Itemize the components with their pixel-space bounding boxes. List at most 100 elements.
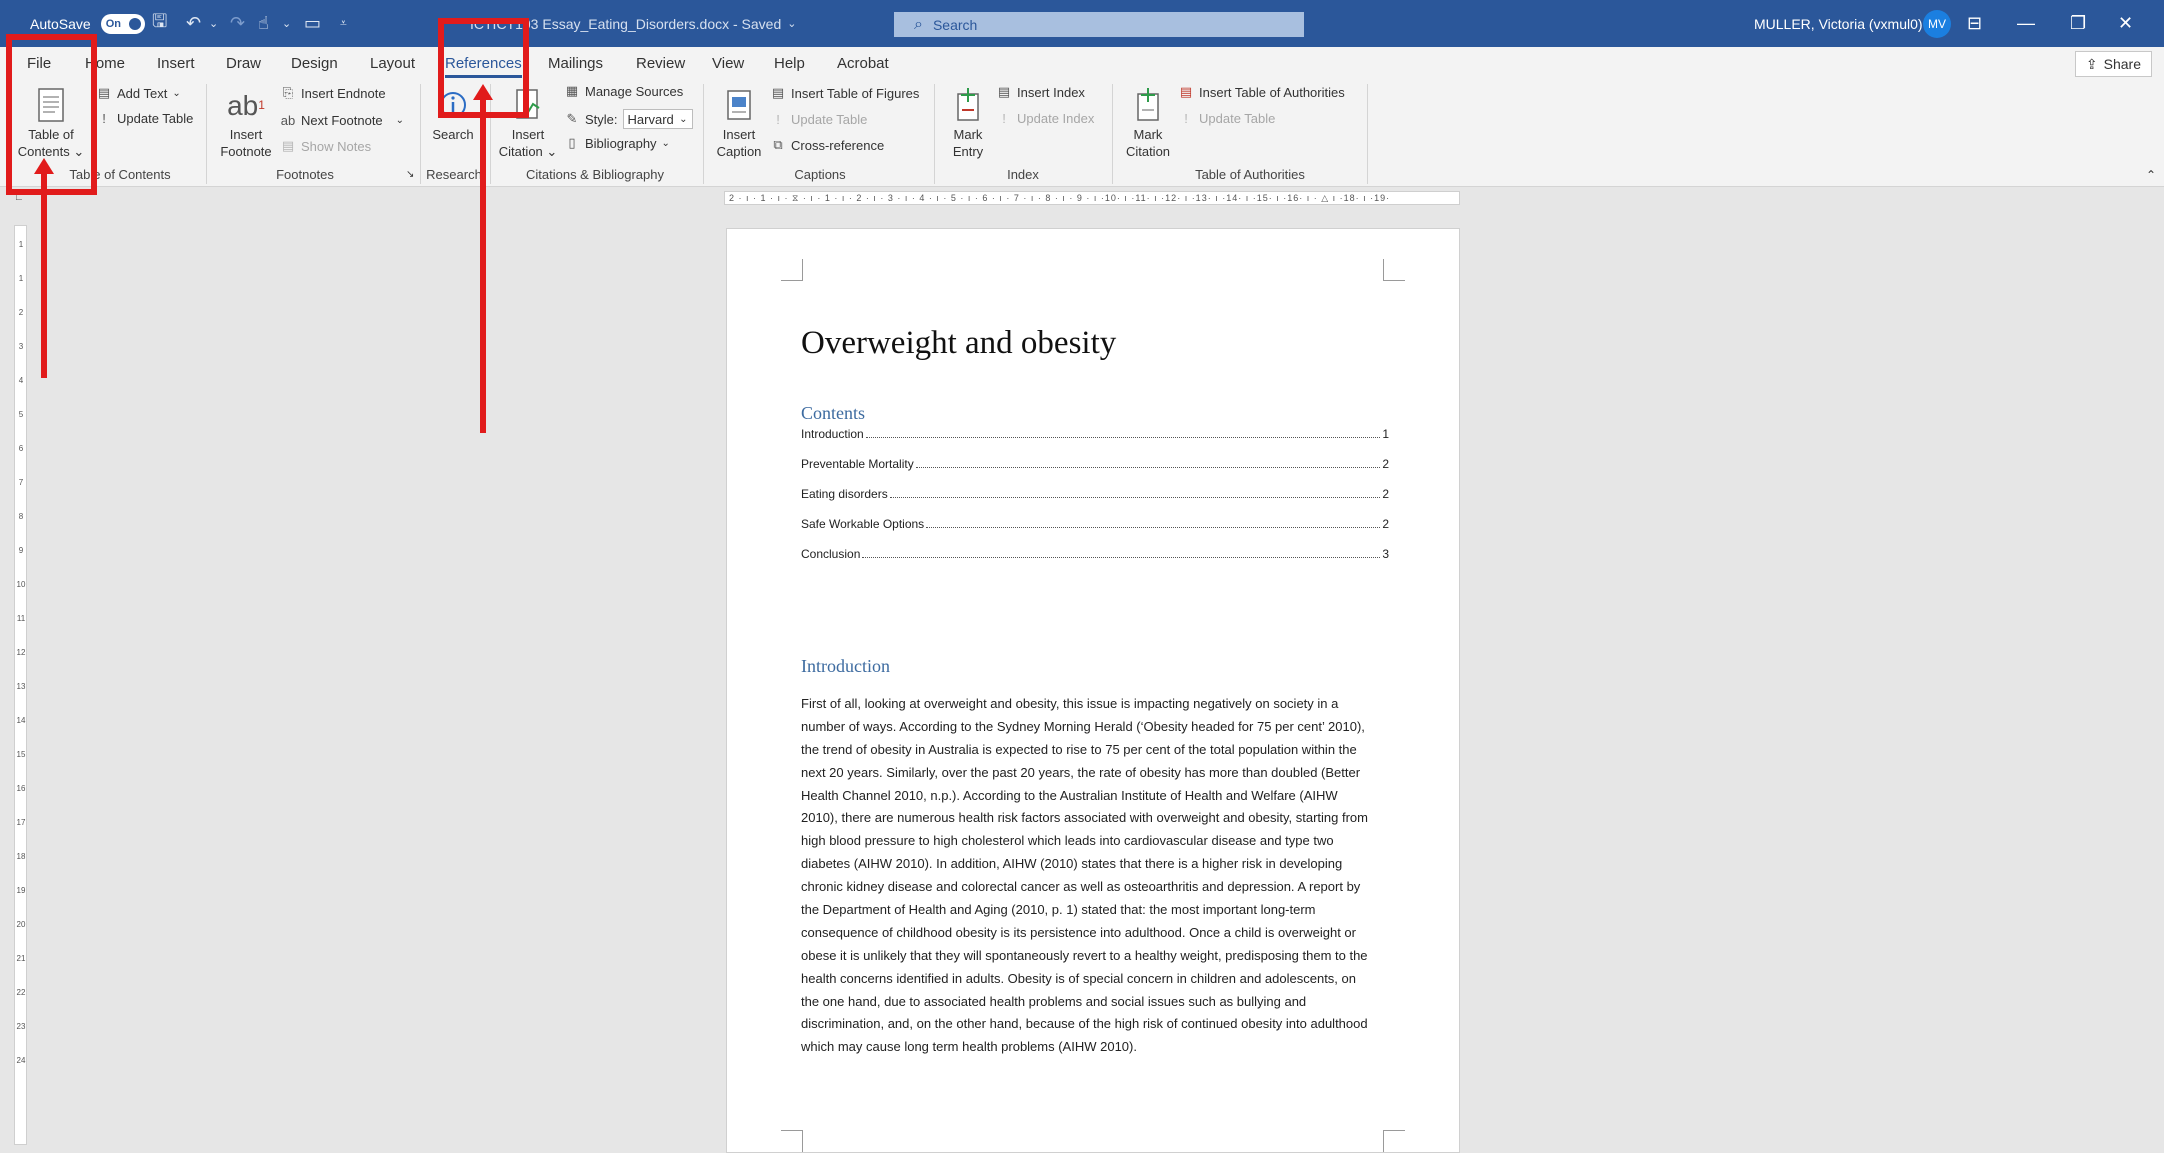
vertical-ruler-tick: 3 — [18, 342, 24, 351]
introduction-paragraph[interactable]: First of all, looking at overweight and … — [801, 693, 1391, 1059]
group-separator — [206, 84, 207, 184]
insert-caption-icon — [726, 84, 752, 126]
vertical-ruler[interactable]: 1 1 2 3 4 5 6 7 8 9 10 11 12 13 14 15 16 17 18 19 20 21 22 23 24 — [14, 225, 27, 1145]
touch-dropdown-icon[interactable]: ⌄ — [282, 0, 291, 47]
insert-table-of-authorities-button[interactable]: ▤ Insert Table of Authorities — [1178, 84, 1345, 100]
vertical-ruler-tick: 5 — [18, 410, 24, 419]
close-icon[interactable]: ✕ — [2118, 0, 2164, 47]
document-page[interactable]: Overweight and obesity Contents Introduc… — [726, 228, 1460, 1153]
toc-entry[interactable]: Conclusion 3 — [801, 547, 1389, 561]
text-line: health concerns identified in adults. Ob… — [801, 970, 1356, 986]
style-icon: ✎ — [566, 111, 578, 126]
vertical-ruler-tick: 7 — [18, 478, 24, 487]
vertical-ruler-tick: 4 — [18, 376, 24, 385]
horizontal-ruler[interactable]: 2 · ı · 1 · ı · ⧖ · ı · 1 · ı · 2 · ı · … — [724, 191, 1460, 205]
tab-acrobat[interactable]: Acrobat — [837, 47, 889, 80]
group-separator — [420, 84, 421, 184]
tab-layout[interactable]: Layout — [370, 47, 415, 80]
text-line: chronic kidney disease and colorectal ca… — [801, 879, 1361, 895]
vertical-ruler-tick: 24 — [16, 1056, 26, 1065]
endnote-icon: ⎘ — [282, 85, 294, 100]
collapse-ribbon-icon[interactable]: ⌃ — [2146, 168, 2156, 182]
update-table-authorities-button: ! Update Table — [1178, 110, 1275, 126]
text-line: high blood pressure to high cholesterol … — [801, 833, 1334, 849]
vertical-ruler-tick: 1 — [18, 274, 24, 283]
ribbon: Table of Contents ⌄ ▤ Add Text ⌄ ! Update… — [0, 80, 2164, 187]
search-box[interactable]: ⌕ Search — [894, 12, 1304, 37]
tab-review[interactable]: Review — [636, 47, 685, 80]
ribbon-display-icon[interactable]: ⊟ — [1967, 0, 2013, 47]
toc-entry[interactable]: Preventable Mortality 2 — [801, 457, 1389, 471]
tab-mailings[interactable]: Mailings — [548, 47, 603, 80]
mark-citation-button[interactable]: Mark Citation — [1118, 84, 1178, 160]
update-table-icon: ! — [102, 110, 106, 126]
insert-index-button[interactable]: ▤ Insert Index — [996, 84, 1085, 100]
vertical-ruler-tick: 10 — [16, 580, 26, 589]
group-label-footnotes: Footnotes — [276, 167, 334, 182]
touch-mode-icon[interactable]: ☝ — [258, 0, 269, 47]
share-icon: ⇪ — [2085, 55, 2098, 72]
citation-style-control[interactable]: ✎ Style: Harvard ⌄ — [564, 109, 693, 129]
tab-help[interactable]: Help — [774, 47, 805, 80]
update-table-figures-icon: ! — [776, 111, 780, 127]
ribbon-tabs: File Home Insert Draw Design Layout Refe… — [0, 47, 2164, 80]
present-icon[interactable]: ▭ — [304, 0, 321, 47]
tab-view[interactable]: View — [712, 47, 744, 80]
toc-entry[interactable]: Eating disorders 2 — [801, 487, 1389, 501]
margin-corner-mark — [781, 1130, 803, 1152]
autosave-toggle[interactable]: On — [100, 13, 145, 34]
vertical-ruler-tick: 9 — [18, 546, 24, 555]
vertical-ruler-tick: 1 — [18, 240, 24, 249]
group-separator — [1367, 84, 1368, 184]
bibliography-button[interactable]: ▯ Bibliography ⌄ — [564, 135, 670, 151]
text-line: First of all, looking at overweight and … — [801, 696, 1339, 711]
save-icon[interactable]: 🖫 — [152, 0, 167, 47]
update-index-icon: ! — [1002, 110, 1006, 126]
mark-entry-button[interactable]: Mark Entry — [940, 84, 996, 160]
user-name[interactable]: MULLER, Victoria (vxmul0) — [1754, 0, 1923, 47]
cross-reference-button[interactable]: ⧉ Cross-reference — [770, 137, 884, 153]
vertical-ruler-tick: 22 — [16, 988, 26, 997]
avatar[interactable]: MV — [1923, 9, 1951, 38]
manage-sources-button[interactable]: ▦ Manage Sources — [564, 83, 683, 99]
annotation-arrowhead-icon — [473, 84, 493, 100]
minimize-icon[interactable]: — — [2017, 0, 2063, 47]
undo-dropdown-icon[interactable]: ⌄ — [209, 0, 218, 47]
text-line: next 20 years. Similarly, over the past … — [801, 764, 1361, 780]
customize-toolbar-icon[interactable]: ⩡ — [340, 0, 347, 47]
toc-entry[interactable]: Introduction 1 — [801, 427, 1389, 441]
tab-insert[interactable]: Insert — [157, 47, 195, 80]
update-table-button[interactable]: ! Update Table — [96, 110, 193, 126]
undo-icon[interactable]: ↶ — [186, 0, 201, 47]
group-label-table-of-authorities: Table of Authorities — [1195, 167, 1305, 182]
introduction-heading: Introduction — [801, 656, 890, 676]
search-icon: ⌕ — [914, 15, 923, 33]
restore-icon[interactable]: ❐ — [2070, 0, 2116, 47]
add-text-button[interactable]: ▤ Add Text ⌄ — [96, 85, 181, 101]
tab-design[interactable]: Design — [291, 47, 338, 80]
text-line: which may cause long term health problem… — [801, 1039, 1137, 1055]
footnotes-dialog-launcher-icon[interactable]: ↘ — [406, 169, 414, 180]
citation-style-select[interactable]: Harvard ⌄ — [622, 109, 693, 129]
search-placeholder: Search — [932, 16, 978, 33]
tab-draw[interactable]: Draw — [226, 47, 261, 80]
vertical-ruler-tick: 11 — [16, 614, 26, 623]
insert-footnote-button[interactable]: ab 1 Insert Footnote — [216, 84, 276, 160]
annotation-arrowhead-icon — [34, 158, 54, 174]
vertical-ruler-tick: 17 — [16, 818, 26, 827]
group-separator — [703, 84, 704, 184]
insert-caption-button[interactable]: Insert Caption — [710, 84, 768, 160]
margin-corner-mark — [1383, 1130, 1405, 1152]
vertical-ruler-tick: 8 — [18, 512, 24, 521]
insert-table-of-figures-button[interactable]: ▤ Insert Table of Figures — [770, 85, 920, 101]
mark-entry-icon — [954, 84, 982, 126]
leader-dots — [926, 527, 1381, 528]
vertical-ruler-tick: 23 — [16, 1022, 26, 1031]
share-button[interactable]: ⇪ Share — [2074, 51, 2152, 77]
toc-entry[interactable]: Safe Workable Options 2 — [801, 517, 1389, 531]
bibliography-icon: ▯ — [568, 135, 576, 150]
insert-endnote-button[interactable]: ⎘ Insert Endnote — [280, 85, 386, 101]
next-footnote-button[interactable]: ab Next Footnote ⌄ — [280, 112, 404, 128]
add-text-icon: ▤ — [97, 85, 111, 100]
update-index-button: ! Update Index — [996, 110, 1094, 126]
